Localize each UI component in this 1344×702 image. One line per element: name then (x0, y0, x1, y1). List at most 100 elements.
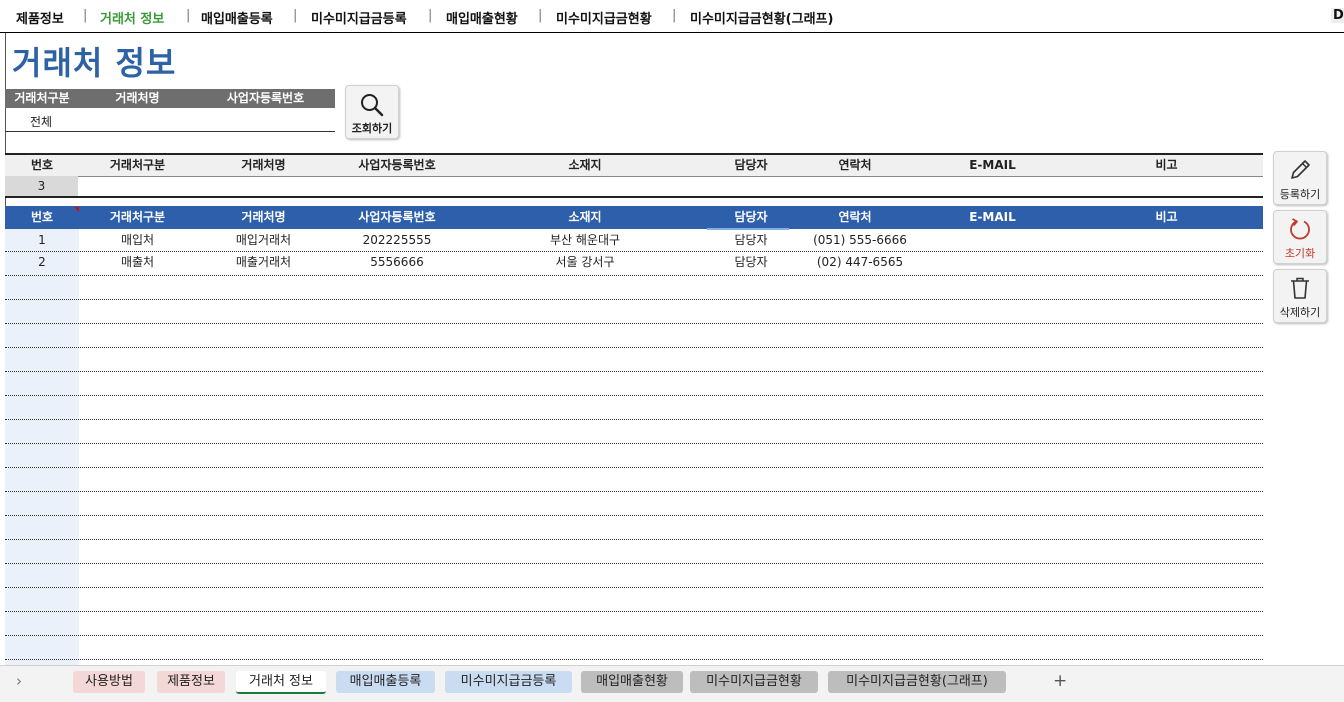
row-address: 부산 해운대구 (549, 233, 621, 247)
input-table-header: 번호 거래처구분 거래처명 사업자등록번호 소재지 담당자 연락처 E-MAIL… (5, 153, 1263, 177)
trash-icon (1291, 277, 1309, 299)
page-title: 거래처 정보 (12, 44, 177, 82)
nav-link-purchase-sales-entry[interactable]: 매입매출등록 (201, 8, 273, 27)
top-nav: 제품정보 | 거래처 정보 | 매입매출등록 | 미수미지급금등록 | 매입매출… (0, 0, 1344, 33)
filter-underline (5, 131, 335, 132)
nav-link-purchase-sales-status[interactable]: 매입매출현황 (446, 8, 518, 27)
row-biz: 5556666 (370, 255, 424, 269)
filter-name-input[interactable] (79, 109, 196, 130)
row-divider (5, 491, 1263, 492)
row-phone: (02) 447-6565 (816, 255, 904, 269)
nav-link-partner[interactable]: 거래처 정보 (100, 8, 164, 27)
nav-link-receivable-graph[interactable]: 미수미지급금현황(그래프) (690, 8, 833, 27)
nav-separator: | (428, 8, 433, 23)
list-table-header: 번호 거래처구분 거래처명 사업자등록번호 소재지 담당자 연락처 E-MAIL… (5, 206, 1263, 229)
nav-link-product[interactable]: 제품정보 (16, 8, 64, 27)
search-button-label: 조회하기 (351, 122, 393, 135)
nav-link-receivable-status[interactable]: 미수미지급금현황 (556, 8, 652, 27)
row-divider (5, 443, 1263, 444)
list-col-note[interactable]: 비고 (1070, 206, 1263, 229)
filter-header-type: 거래처구분 (5, 89, 79, 108)
sheet-tab[interactable]: 거래처 정보 (236, 671, 326, 694)
list-col-email[interactable]: E-MAIL (915, 206, 1070, 229)
list-col-manager[interactable]: 담당자 (707, 206, 795, 229)
sheet-tab[interactable]: 제품정보 (157, 671, 225, 693)
row-divider (5, 467, 1263, 468)
input-col-name: 거래처명 (241, 158, 286, 172)
row-divider (5, 635, 1263, 636)
row-divider (5, 515, 1263, 516)
input-col-note: 비고 (1155, 158, 1178, 172)
add-sheet-icon[interactable]: + (1053, 671, 1067, 691)
filter-biz-input[interactable] (196, 109, 335, 130)
table-row[interactable]: 2 매출처 매출거래처 5556666 서울 강서구 담당자 (02) 447-… (5, 252, 1263, 272)
row-type: 매입처 (120, 233, 155, 247)
sheet-tab[interactable]: 미수미지급금등록 (445, 671, 572, 693)
pencil-icon (1291, 160, 1310, 179)
input-col-phone: 연락처 (838, 158, 872, 172)
input-next-number: 3 (5, 176, 78, 196)
register-button-label: 등록하기 (1279, 188, 1321, 201)
row-divider (5, 323, 1263, 324)
row-divider (5, 251, 1263, 252)
delete-button[interactable]: 삭제하기 (1273, 269, 1327, 323)
reset-button-label: 초기화 (1284, 247, 1316, 260)
reset-button[interactable]: 초기화 (1273, 210, 1327, 264)
row-number: 2 (38, 255, 46, 269)
number-column-band (5, 229, 79, 665)
register-button[interactable]: 등록하기 (1273, 151, 1327, 205)
row-divider (5, 275, 1263, 276)
row-divider (5, 659, 1263, 660)
row-divider (5, 347, 1263, 348)
filter-header-name: 거래처명 (79, 89, 196, 108)
reset-icon (1290, 218, 1310, 240)
list-col-biz[interactable]: 사업자등록번호 (331, 206, 463, 229)
sheet-tab[interactable]: 미수미지급금현황(그래프) (828, 671, 1006, 693)
row-phone: (051) 555-6666 (813, 233, 907, 247)
sheet-tab[interactable]: 미수미지급금현황 (690, 671, 818, 693)
row-name: 매입거래처 (235, 233, 292, 247)
input-col-biz: 사업자등록번호 (358, 158, 436, 172)
row-divider (5, 587, 1263, 588)
row-manager: 담당자 (734, 233, 768, 247)
input-col-address: 소재지 (568, 158, 602, 172)
row-type: 매출처 (120, 255, 155, 269)
nav-separator: | (293, 8, 298, 23)
filter-header-biz: 사업자등록번호 (196, 89, 335, 108)
comment-indicator[interactable] (74, 207, 79, 212)
row-manager: 담당자 (734, 255, 768, 269)
row-divider (5, 371, 1263, 372)
sheet-tab[interactable]: 매입매출등록 (336, 671, 435, 693)
filter-type-value[interactable]: 전체 (30, 113, 52, 130)
row-divider (5, 299, 1263, 300)
row-number: 1 (38, 233, 46, 247)
list-col-address[interactable]: 소재지 (463, 206, 707, 229)
list-col-phone[interactable]: 연락처 (795, 206, 915, 229)
input-col-manager: 담당자 (734, 158, 768, 172)
row-divider (5, 563, 1263, 564)
input-row[interactable]: 3 (5, 176, 1263, 198)
row-divider (5, 419, 1263, 420)
input-col-email: E-MAIL (969, 158, 1016, 172)
nav-link-receivable-entry[interactable]: 미수미지급금등록 (311, 8, 407, 27)
input-col-type: 거래처구분 (109, 158, 166, 172)
search-icon (361, 94, 384, 117)
nav-right-edge[interactable]: DI (1331, 8, 1344, 23)
nav-separator: | (538, 8, 543, 23)
search-button[interactable]: 조회하기 (345, 85, 399, 139)
tab-scroll-arrow-icon[interactable]: › (16, 672, 22, 690)
sheet-tab-bar: › 사용방법 제품정보 거래처 정보 매입매출등록 미수미지급금등록 매입매출현황 미수미지… (0, 665, 1344, 702)
row-divider (5, 539, 1263, 540)
sheet-tab[interactable]: 사용방법 (73, 671, 145, 693)
list-col-name[interactable]: 거래처명 (196, 206, 331, 229)
row-divider (5, 611, 1263, 612)
table-row[interactable]: 1 매입처 매입거래처 202225555 부산 해운대구 담당자 (051) … (5, 230, 1263, 250)
input-col-number: 번호 (30, 158, 54, 172)
row-name: 매출거래처 (235, 255, 292, 269)
list-col-number[interactable]: 번호 (5, 206, 79, 229)
list-col-type[interactable]: 거래처구분 (79, 206, 196, 229)
row-biz: 202225555 (362, 233, 432, 247)
nav-separator: | (83, 8, 88, 23)
sheet-tab[interactable]: 매입매출현황 (581, 671, 683, 693)
row-divider (5, 395, 1263, 396)
